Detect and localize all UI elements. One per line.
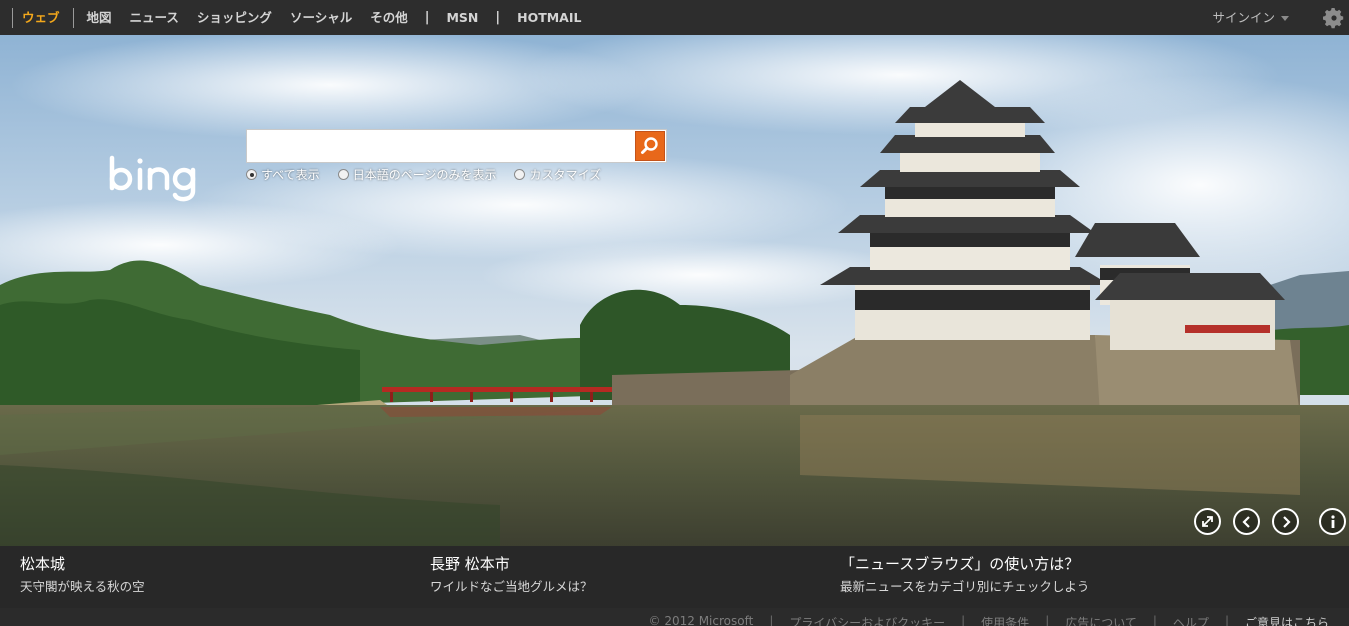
caption-subtitle[interactable]: 天守閣が映える秋の空 (20, 577, 145, 597)
copyright: © 2012 Microsoft (648, 614, 754, 626)
expand-icon (1202, 516, 1213, 527)
caption-title[interactable]: 松本城 (20, 554, 145, 574)
scope-label: すべて表示 (261, 168, 320, 182)
nav-item-news[interactable]: ニュース (121, 0, 188, 35)
nav-item-social[interactable]: ソーシャル (281, 0, 361, 35)
nav-item-web[interactable]: ウェブ (13, 0, 69, 35)
signin-label: サインイン (1212, 10, 1275, 25)
chevron-left-icon (1241, 515, 1250, 528)
top-nav: ウェブ 地図 ニュース ショッピング ソーシャル その他 | MSN | HOT… (0, 0, 590, 35)
image-info-button[interactable] (1319, 508, 1346, 535)
scope-label: 日本語のページのみを表示 (352, 168, 497, 182)
hero-image (0, 35, 1349, 546)
top-nav-bar: ウェブ 地図 ニュース ショッピング ソーシャル その他 | MSN | HOT… (0, 0, 1349, 35)
caption-subtitle[interactable]: 最新ニュースをカテゴリ別にチェックしよう (840, 577, 1089, 597)
radio-button[interactable] (246, 169, 257, 180)
nav-pipe: | (495, 10, 501, 25)
caption-item[interactable]: 長野 松本市 ワイルドなご当地グルメは？ (430, 554, 593, 597)
nav-divider (72, 7, 74, 28)
search-scope-options: すべて表示 日本語のページのみを表示 カスタマイズ (246, 166, 601, 183)
caption-title[interactable]: 「ニュースブラウズ」の使い方は？ (840, 554, 1089, 574)
fullscreen-button[interactable] (1194, 508, 1221, 535)
nav-item-msn[interactable]: MSN (437, 0, 487, 35)
nav-item-maps[interactable]: 地図 (78, 0, 121, 35)
info-icon (1330, 514, 1335, 528)
scope-option-customize[interactable]: カスタマイズ (514, 166, 601, 183)
footer-link-advertise[interactable]: 広告について (1059, 614, 1143, 626)
caption-subtitle[interactable]: ワイルドなご当地グルメは？ (430, 577, 593, 597)
footer-divider: | (1224, 614, 1229, 626)
gear-icon[interactable] (1322, 6, 1346, 30)
caret-down-icon (1281, 16, 1289, 21)
footer-link-privacy[interactable]: プライバシーおよびクッキー (783, 614, 951, 626)
nav-pipe: | (424, 10, 430, 25)
scope-option-japanese-only[interactable]: 日本語のページのみを表示 (337, 166, 497, 183)
footer-link-terms[interactable]: 使用条件 (975, 614, 1035, 626)
footer-link-help[interactable]: ヘルプ (1167, 614, 1215, 626)
hotspot-captions: 松本城 天守閣が映える秋の空 長野 松本市 ワイルドなご当地グルメは？ 「ニュー… (0, 546, 1349, 608)
footer-divider: | (1152, 614, 1157, 626)
scope-label: カスタマイズ (529, 168, 602, 182)
footer-divider: | (1045, 614, 1050, 626)
search-input[interactable] (247, 130, 634, 162)
nav-item-shopping[interactable]: ショッピング (188, 0, 281, 35)
radio-button[interactable] (514, 169, 526, 180)
hero-controls (1194, 508, 1346, 535)
chevron-right-icon (1282, 515, 1291, 528)
scope-option-all[interactable]: すべて表示 (246, 166, 320, 183)
next-image-button[interactable] (1272, 508, 1299, 535)
signin-button[interactable]: サインイン (1212, 0, 1289, 35)
search-icon (641, 137, 658, 154)
nav-item-more[interactable]: その他 (361, 0, 417, 35)
hero-background: すべて表示 日本語のページのみを表示 カスタマイズ (0, 35, 1349, 546)
caption-item[interactable]: 松本城 天守閣が映える秋の空 (20, 554, 145, 597)
radio-button[interactable] (337, 169, 349, 180)
caption-item[interactable]: 「ニュースブラウズ」の使い方は？ 最新ニュースをカテゴリ別にチェックしよう (840, 554, 1089, 597)
caption-title[interactable]: 長野 松本市 (430, 554, 593, 574)
search-button[interactable] (635, 131, 665, 161)
footer-divider: | (769, 614, 774, 626)
search-box (246, 129, 667, 163)
footer-link-feedback[interactable]: ご意見はこちら (1239, 614, 1335, 626)
bing-logo[interactable] (107, 155, 237, 203)
footer: © 2012 Microsoft | プライバシーおよびクッキー | 使用条件 … (0, 608, 1349, 626)
footer-links: © 2012 Microsoft | プライバシーおよびクッキー | 使用条件 … (643, 614, 1335, 626)
previous-image-button[interactable] (1233, 508, 1260, 535)
nav-item-hotmail[interactable]: HOTMAIL (508, 0, 590, 35)
footer-divider: | (961, 614, 966, 626)
